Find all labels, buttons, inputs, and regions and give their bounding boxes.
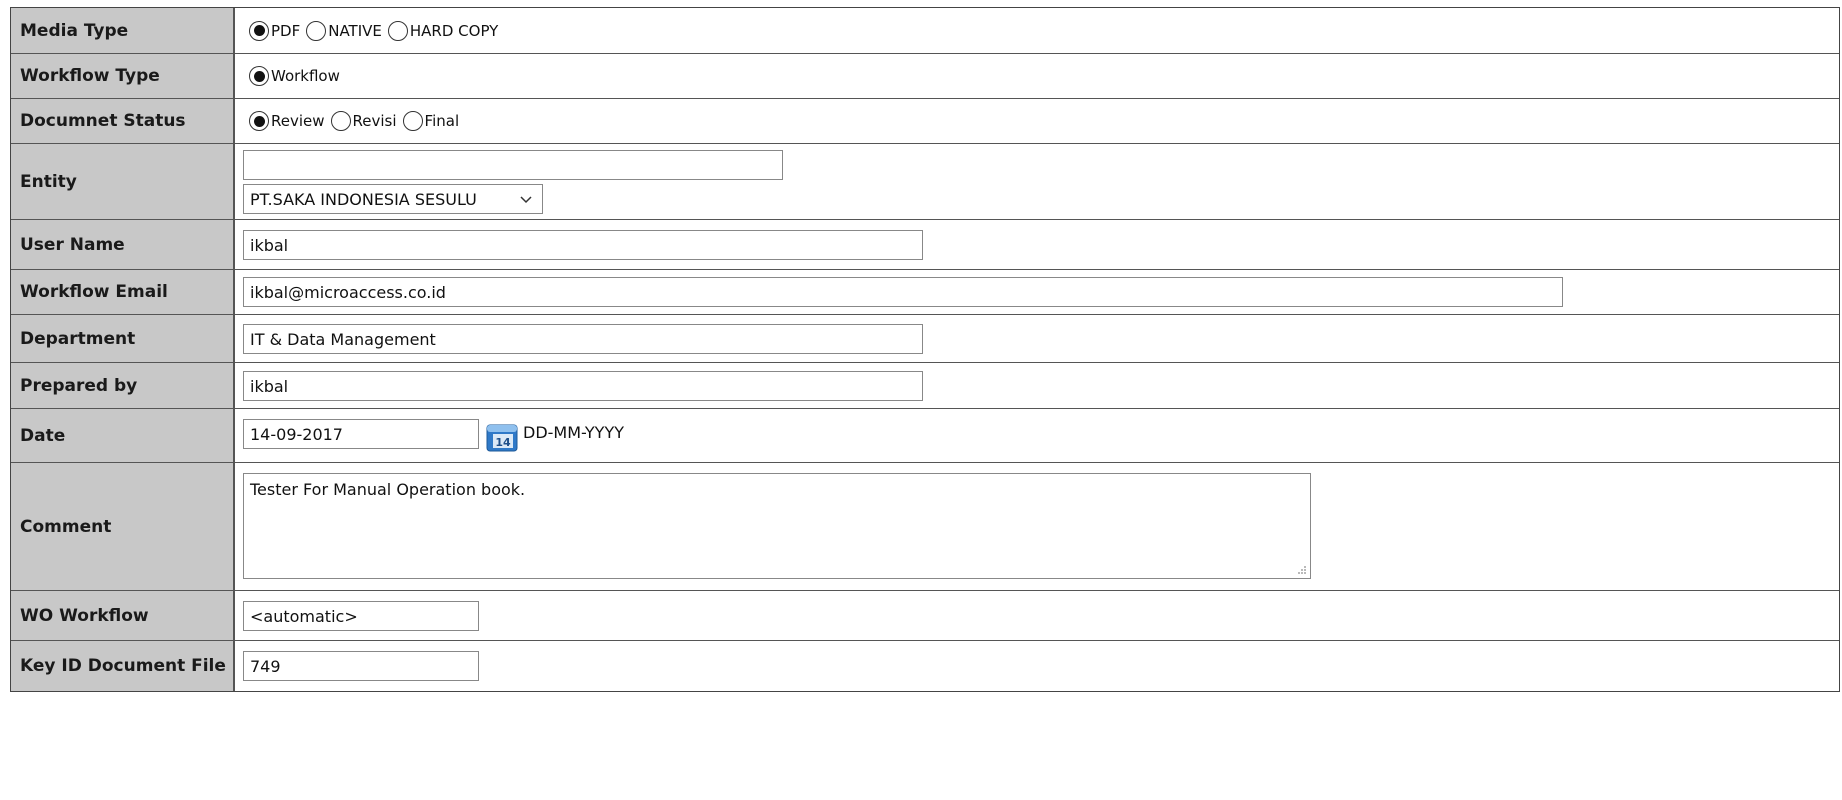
comment-textarea[interactable]: Tester For Manual Operation book. [243,473,1311,579]
row-key-id: Key ID Document File 749 [11,641,1839,691]
workflow-type-label: Workflow Type [11,54,235,98]
department-input[interactable]: IT & Data Management [243,324,923,354]
user-name-value: ikbal [235,220,1839,269]
department-label: Department [11,315,235,362]
key-id-label: Key ID Document File [11,641,235,691]
media-type-hardcopy-label[interactable]: HARD COPY [410,22,498,40]
date-input[interactable]: 14-09-2017 [243,419,479,449]
prepared-by-label: Prepared by [11,363,235,408]
status-final-radio[interactable] [402,111,423,131]
user-name-input[interactable]: ikbal [243,230,923,260]
comment-value: Tester For Manual Operation book. [235,463,1839,590]
row-workflow-type: Workflow Type Workflow [11,54,1839,99]
document-status-value: Review Revisi Final [235,99,1839,143]
chevron-down-icon [520,196,532,204]
entity-select[interactable]: PT.SAKA INDONESIA SESULU [243,184,543,214]
media-type-native-radio[interactable] [306,20,327,41]
date-label: Date [11,409,235,462]
date-value: 14-09-2017 14 DD-MM-YYYY [235,409,1839,462]
calendar-icon-number: 14 [495,436,511,449]
entity-select-value: PT.SAKA INDONESIA SESULU [250,189,477,209]
status-review-label[interactable]: Review [271,112,325,130]
entity-text-input[interactable] [243,150,783,180]
resize-grip-icon[interactable] [1296,564,1306,574]
workflow-type-workflow-radio[interactable] [249,66,269,86]
row-comment: Comment Tester For Manual Operation book… [11,463,1839,591]
row-department: Department IT & Data Management [11,315,1839,363]
department-value: IT & Data Management [235,315,1839,362]
status-final-label[interactable]: Final [425,112,460,130]
workflow-type-radio-group: Workflow [249,66,346,86]
key-id-input[interactable]: 749 [243,651,479,681]
media-type-native-label[interactable]: NATIVE [328,22,382,40]
row-date: Date 14-09-2017 14 DD-MM-YYYY [11,409,1839,463]
document-form: Media Type PDF NATIVE HARD COPY Workflow… [10,7,1840,692]
user-name-label: User Name [11,220,235,269]
media-type-pdf-radio[interactable] [249,20,269,41]
row-prepared-by: Prepared by ikbal [11,363,1839,409]
status-review-radio[interactable] [249,111,269,131]
media-type-value: PDF NATIVE HARD COPY [235,8,1839,53]
row-user-name: User Name ikbal [11,220,1839,270]
date-format-hint: DD-MM-YYYY [523,423,624,442]
media-type-label: Media Type [11,8,235,53]
media-type-pdf-label[interactable]: PDF [271,22,300,40]
row-media-type: Media Type PDF NATIVE HARD COPY [11,8,1839,54]
media-type-radio-group: PDF NATIVE HARD COPY [249,20,504,41]
comment-text: Tester For Manual Operation book. [250,480,526,499]
document-status-label: Documnet Status [11,99,235,143]
entity-label: Entity [11,144,235,219]
row-document-status: Documnet Status Review Revisi Final [11,99,1839,144]
workflow-email-label: Workflow Email [11,270,235,314]
row-wo-workflow: WO Workflow <automatic> [11,591,1839,641]
row-workflow-email: Workflow Email ikbal@microaccess.co.id [11,270,1839,315]
wo-workflow-value: <automatic> [235,591,1839,640]
workflow-email-input[interactable]: ikbal@microaccess.co.id [243,277,1563,307]
prepared-by-input[interactable]: ikbal [243,371,923,401]
row-entity: Entity PT.SAKA INDONESIA SESULU [11,144,1839,220]
comment-label: Comment [11,463,235,590]
status-revisi-radio[interactable] [330,111,351,131]
media-type-hardcopy-radio[interactable] [387,20,408,41]
entity-value: PT.SAKA INDONESIA SESULU [235,144,1839,219]
key-id-value: 749 [235,641,1839,691]
calendar-icon[interactable]: 14 [485,420,519,454]
document-status-radio-group: Review Revisi Final [249,111,465,131]
workflow-email-value: ikbal@microaccess.co.id [235,270,1839,314]
workflow-type-workflow-label[interactable]: Workflow [271,67,340,85]
prepared-by-value: ikbal [235,363,1839,408]
status-revisi-label[interactable]: Revisi [353,112,397,130]
wo-workflow-label: WO Workflow [11,591,235,640]
wo-workflow-input[interactable]: <automatic> [243,601,479,631]
workflow-type-value: Workflow [235,54,1839,98]
